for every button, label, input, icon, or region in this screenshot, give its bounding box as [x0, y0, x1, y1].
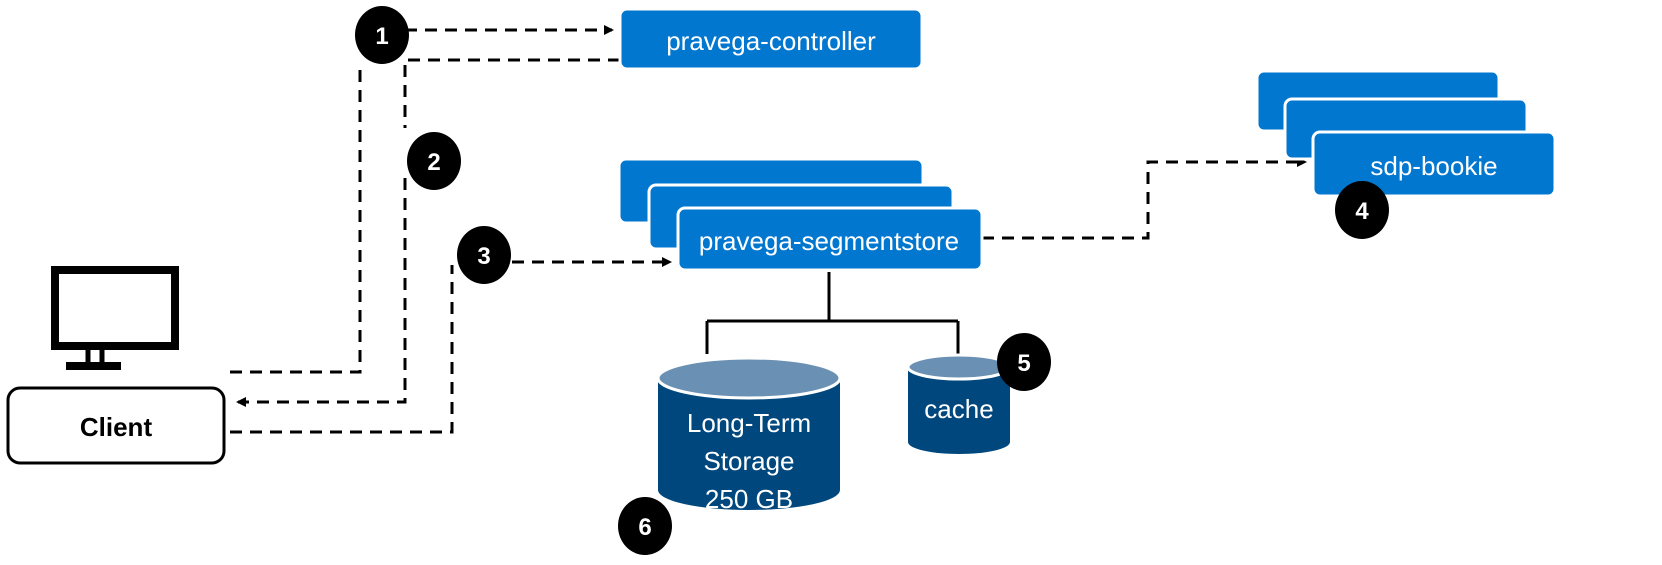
bookie-label: sdp-bookie — [1370, 151, 1497, 181]
flow-3-client-line — [230, 265, 454, 434]
segmentstore-label: pravega-segmentstore — [699, 226, 959, 256]
lts-line-3: 250 GB — [705, 484, 793, 514]
controller-label: pravega-controller — [666, 26, 876, 56]
pravega-controller-node[interactable]: pravega-controller — [618, 7, 924, 71]
flow-1-client-line — [230, 62, 362, 374]
flow-4-segmentstore-to-bookie — [982, 157, 1307, 240]
svg-text:4: 4 — [1355, 198, 1369, 225]
flow-2-controller-to-client — [238, 58, 620, 402]
step-badge-6: 6 — [618, 497, 672, 555]
step-badge-1: 1 — [355, 6, 409, 64]
svg-text:1: 1 — [375, 23, 388, 50]
cache-label: cache — [924, 394, 993, 424]
lts-line-1: Long-Term — [687, 408, 811, 438]
step-badge-5: 5 — [997, 333, 1051, 391]
svg-text:5: 5 — [1017, 350, 1030, 377]
pravega-architecture-diagram: pravega-controller sdp-bookie pravega-se… — [6, 6, 1557, 555]
step-badge-2: 2 — [407, 132, 461, 190]
svg-text:6: 6 — [638, 514, 651, 541]
step-badge-4: 4 — [1335, 181, 1389, 239]
storage-connector — [705, 272, 960, 354]
svg-text:3: 3 — [477, 243, 490, 270]
client-label: Client — [80, 412, 153, 442]
client-node[interactable]: Client — [6, 386, 226, 465]
cache-cylinder[interactable]: cache — [906, 353, 1012, 454]
step-badge-3: 3 — [457, 226, 511, 284]
monitor-icon — [51, 266, 179, 370]
long-term-storage-cylinder[interactable]: Long-Term Storage 250 GB — [656, 356, 842, 514]
pravega-segmentstore-node[interactable]: pravega-segmentstore — [617, 157, 984, 272]
sdp-bookie-node[interactable]: sdp-bookie — [1255, 69, 1557, 198]
svg-text:2: 2 — [427, 149, 440, 176]
lts-line-2: Storage — [703, 446, 794, 476]
